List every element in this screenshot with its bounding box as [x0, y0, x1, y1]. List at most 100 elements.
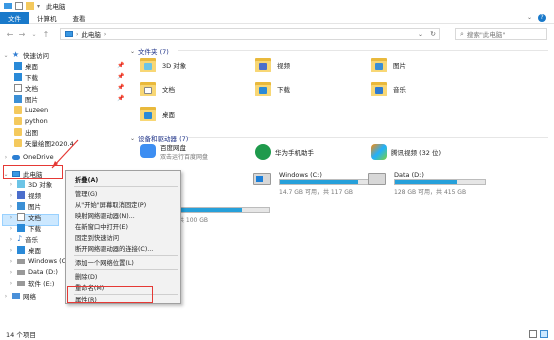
chevron-down-icon[interactable]: ⌄	[3, 52, 9, 59]
folder-desktop[interactable]: 桌面	[140, 106, 175, 122]
chevron-right-icon[interactable]: ›	[3, 154, 9, 161]
sidebar-item-3d-objects[interactable]: › 3D 对象	[8, 179, 52, 189]
breadcrumb-expand-icon[interactable]: ›	[104, 31, 106, 38]
item-count: 14 个项目	[6, 331, 36, 339]
sidebar-item-documents[interactable]: 文档	[14, 83, 38, 93]
breadcrumb-this-pc[interactable]: 此电脑	[81, 29, 101, 39]
help-button[interactable]: ?	[538, 13, 546, 22]
menu-item-open-new-window[interactable]: 在新窗口中打开(E)	[66, 221, 180, 231]
details-view-icon[interactable]	[529, 330, 537, 338]
chevron-down-icon[interactable]: ⌄	[130, 48, 135, 55]
desktop-icon	[17, 246, 25, 254]
pin-icon[interactable]: 📌	[117, 73, 124, 80]
star-icon: ★	[12, 50, 20, 59]
tab-view[interactable]: 查看	[65, 13, 94, 23]
menu-item-unpin-start[interactable]: 从"开始"屏幕取消固定(P)	[66, 199, 180, 209]
folder-pictures[interactable]: 图片	[371, 57, 406, 73]
tiles-view-icon[interactable]	[540, 330, 548, 338]
chevron-right-icon[interactable]: ›	[8, 247, 14, 254]
sidebar-item-pictures[interactable]: 图片	[14, 94, 38, 104]
folder-downloads[interactable]: 下载	[255, 81, 290, 97]
sidebar-item-network[interactable]: › 网络	[3, 291, 36, 302]
chevron-right-icon[interactable]: ›	[3, 293, 9, 300]
folder-documents[interactable]: 文档	[140, 81, 175, 97]
tab-file[interactable]: 文件	[0, 11, 29, 24]
chevron-right-icon[interactable]: ›	[8, 181, 14, 188]
back-arrow-icon[interactable]: ←	[4, 28, 16, 40]
sidebar-item-quick-access[interactable]: ⌄ ★ 快速访问	[3, 50, 49, 61]
folder-3d-objects[interactable]: 3D 对象	[140, 57, 186, 73]
download-icon	[255, 81, 271, 97]
chevron-right-icon[interactable]: ›	[8, 269, 14, 276]
chevron-right-icon[interactable]: ›	[8, 192, 14, 199]
folder-icon	[14, 139, 22, 147]
document-icon	[14, 84, 22, 92]
sidebar-item-videos[interactable]: › 视频	[8, 190, 41, 200]
3d-objects-icon	[17, 180, 25, 188]
document-icon	[17, 213, 25, 221]
sidebar-item-python[interactable]: python	[14, 116, 48, 126]
breadcrumb-separator-icon[interactable]: ›	[76, 31, 78, 38]
menu-item-delete[interactable]: 删除(D)	[66, 271, 180, 281]
folder-icon	[14, 128, 22, 136]
expand-ribbon-icon[interactable]: ⌄	[527, 14, 532, 21]
folder-music[interactable]: 音乐	[371, 81, 406, 97]
pin-icon[interactable]: 📌	[117, 95, 124, 102]
drive-d[interactable]: Data (D:) 128 GB 可用，共 415 GB	[368, 171, 488, 196]
sidebar-item-vector-drawing[interactable]: 矢量绘图2020.4	[14, 138, 74, 148]
sidebar-item-pc-documents[interactable]: › 文档	[8, 212, 41, 222]
address-bar[interactable]: › 此电脑 › ⌄ ↻	[60, 28, 440, 40]
tab-computer[interactable]: 计算机	[29, 13, 65, 23]
new-folder-icon[interactable]	[26, 2, 34, 10]
sidebar-item-downloads[interactable]: 下载	[14, 72, 38, 82]
sidebar-item-drive-d[interactable]: › Data (D:)	[8, 267, 58, 277]
drive-c[interactable]: Windows (C:) 14.7 GB 可用，共 117 GB	[253, 171, 373, 196]
refresh-icon[interactable]: ↻	[430, 30, 436, 38]
section-divider	[178, 50, 548, 51]
title-bar: ▾ 此电脑	[0, 0, 554, 12]
chevron-right-icon[interactable]: ›	[8, 225, 14, 232]
menu-item-map-drive[interactable]: 映射网络驱动器(N)...	[66, 210, 180, 220]
menu-item-pin-quick-access[interactable]: 固定到快速访问	[66, 232, 180, 242]
content-pane: ⌄ 文件夹 (7) 3D 对象 视频 图片 文档 下载 音乐 桌面 ⌄ 设备和驱…	[128, 46, 554, 328]
search-box[interactable]: ⌕ 搜索"此电脑"	[455, 28, 547, 40]
forward-arrow-icon[interactable]: →	[16, 28, 28, 40]
sidebar-item-chutu[interactable]: 出图	[14, 127, 38, 137]
folder-icon	[14, 106, 22, 114]
menu-item-disconnect-drive[interactable]: 断开网络驱动器的连接(C)...	[66, 243, 180, 253]
3d-objects-icon	[140, 57, 156, 73]
huawei-hisuite-icon	[255, 144, 271, 160]
menu-item-manage[interactable]: 管理(G)	[66, 188, 180, 198]
sidebar-item-pc-pictures[interactable]: › 图片	[8, 201, 41, 211]
pin-icon[interactable]: 📌	[117, 84, 124, 91]
sidebar-item-drive-e[interactable]: › 软件 (E:)	[8, 278, 55, 289]
baidu-netdisk-icon	[140, 144, 156, 158]
sidebar-item-onedrive[interactable]: › OneDrive	[3, 152, 54, 162]
chevron-right-icon[interactable]: ›	[8, 258, 14, 265]
video-icon	[255, 57, 271, 73]
recent-locations-icon[interactable]: ⌄	[28, 28, 40, 40]
up-arrow-icon[interactable]: ↑	[40, 28, 52, 40]
customize-toolbar-icon[interactable]: ▾	[37, 3, 40, 10]
address-dropdown-icon[interactable]: ⌄	[418, 31, 423, 38]
chevron-right-icon[interactable]: ›	[8, 203, 14, 210]
folder-videos[interactable]: 视频	[255, 57, 290, 73]
chevron-right-icon[interactable]: ›	[8, 280, 14, 287]
menu-item-add-network-location[interactable]: 添加一个网络位置(L)	[66, 257, 180, 267]
pin-icon[interactable]: 📌	[117, 62, 124, 69]
menu-item-collapse[interactable]: 折叠(A)	[66, 174, 180, 184]
drive-icon	[17, 258, 25, 264]
sidebar-item-luzeen[interactable]: Luzeen	[14, 105, 48, 115]
drive-d-usage-fill	[395, 180, 458, 184]
folders-section-header[interactable]: ⌄ 文件夹 (7)	[130, 46, 169, 57]
sidebar-item-music[interactable]: › ♪ 音乐	[8, 234, 38, 245]
sidebar-item-pc-desktop[interactable]: › 桌面	[8, 245, 41, 255]
chevron-right-icon[interactable]: ›	[8, 214, 14, 221]
chevron-down-icon[interactable]: ⌄	[130, 135, 135, 142]
sidebar-item-pc-downloads[interactable]: › 下载	[8, 223, 41, 233]
properties-icon[interactable]	[15, 2, 23, 10]
menu-separator	[74, 255, 178, 256]
chevron-right-icon[interactable]: ›	[8, 236, 14, 243]
sidebar-item-desktop[interactable]: 桌面	[14, 61, 38, 71]
sidebar-item-drive-c[interactable]: › Windows (C:)	[8, 256, 71, 266]
